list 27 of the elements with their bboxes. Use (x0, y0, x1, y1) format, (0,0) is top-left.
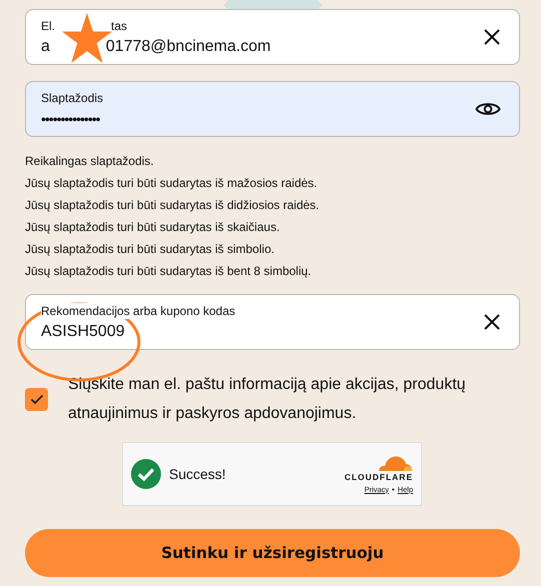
captcha-status: Success! (169, 466, 227, 482)
email-value: a (41, 36, 50, 56)
coupon-field[interactable]: Rekomendacijos arba kupono kodas ASISH5009 (25, 294, 520, 350)
field-label: El. (41, 18, 56, 34)
cloud-logo-icon (377, 454, 413, 472)
field-label: Slaptažodis (41, 90, 104, 106)
clear-icon[interactable] (483, 313, 501, 331)
email-field[interactable]: El. tas a 01778@bncinema.com (25, 9, 520, 65)
validation-message: Jūsų slaptažodis turi būti sudarytas iš bent 8 simbolių. (25, 263, 312, 280)
brand-name: CLOUDFLARE (344, 472, 413, 482)
field-label: Rekomendacijos arba kupono kodas (41, 302, 238, 318)
validation-message: Reikalingas slaptažodis. (25, 153, 155, 170)
coupon-value: ASISH5009 (41, 322, 126, 342)
validation-message: Jūsų slaptažodis turi būti sudarytas iš simbolio. (25, 241, 276, 258)
validation-message: Jūsų slaptažodis turi būti sudarytas iš didžiosios raidės. (25, 197, 320, 214)
validation-message: Jūsų slaptažodis turi būti sudarytas iš mažosios raidės. (25, 175, 318, 192)
clear-icon[interactable] (483, 28, 501, 46)
success-check-icon (131, 459, 161, 489)
password-value: ••••••••••••••• (41, 110, 101, 128)
check-icon (30, 394, 44, 404)
validation-message: Jūsų slaptažodis turi būti sudarytas iš skaičiaus. (25, 219, 281, 236)
email-value: 01778@bncinema.com (106, 36, 271, 56)
password-field[interactable]: Slaptažodis ••••••••••••••• (25, 81, 520, 137)
eye-icon[interactable] (475, 100, 501, 118)
register-button[interactable]: Sutinku ir užsiregistruoju (25, 529, 520, 577)
newsletter-checkbox[interactable] (25, 388, 48, 410)
field-label: tas (111, 18, 128, 34)
